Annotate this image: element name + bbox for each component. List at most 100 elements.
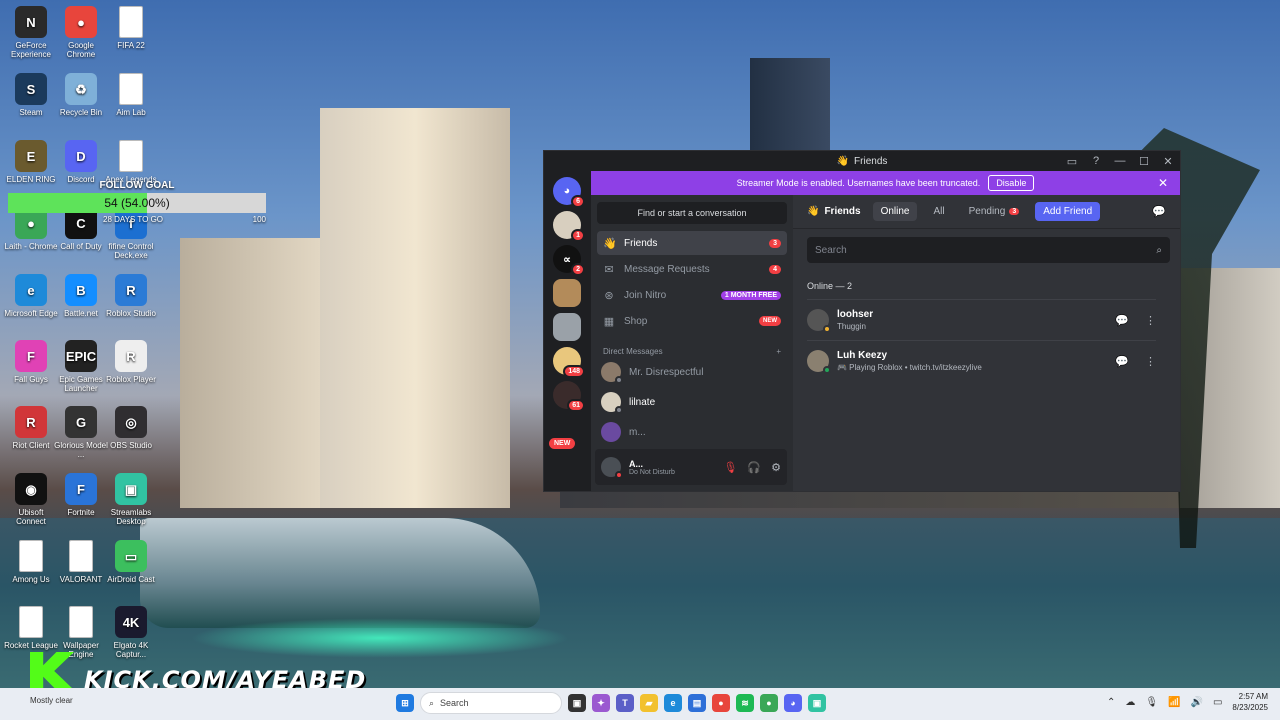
weather-widget[interactable]: Mostly clear <box>30 696 73 705</box>
nav-friends[interactable]: 👋 Friends 3 <box>597 231 787 255</box>
desktop-shortcut[interactable]: ◎ OBS Studio <box>104 406 158 450</box>
server-icon[interactable]: 148 <box>553 347 585 378</box>
edge-icon[interactable]: e <box>664 694 682 712</box>
shortcut-label: Microsoft Edge <box>4 309 58 318</box>
desktop-shortcut[interactable]: Rocket League <box>4 606 58 650</box>
server-icon[interactable] <box>553 313 581 341</box>
nav-message-requests[interactable]: ✉ Message Requests 4 <box>597 257 787 281</box>
desktop-shortcut[interactable]: ▣ Streamlabs Desktop <box>104 473 158 526</box>
copilot-icon[interactable]: ✦ <box>592 694 610 712</box>
home-button[interactable]: ◕ 6 <box>553 177 585 208</box>
chrome-profile-icon[interactable]: ● <box>760 694 778 712</box>
friends-search-input[interactable]: Search ⌕ <box>807 237 1170 263</box>
server-icon[interactable]: ∝ 2 <box>553 245 585 276</box>
tab-online[interactable]: Online <box>872 202 918 221</box>
app-icon: G <box>65 406 97 438</box>
desktop-shortcut[interactable]: F Fortnite <box>54 473 108 517</box>
wifi-icon[interactable]: 📶 <box>1168 697 1180 708</box>
desktop-shortcut[interactable]: Wallpaper Engine <box>54 606 108 659</box>
dm-item[interactable]: m... <box>597 418 787 446</box>
desktop-shortcut[interactable]: E ELDEN RING <box>4 140 58 184</box>
help-icon[interactable]: ? <box>1084 155 1108 167</box>
desktop-shortcut[interactable]: ▭ AirDroid Cast <box>104 540 158 584</box>
window-titlebar[interactable]: 👋 Friends ▭ ? — ☐ ✕ <box>544 151 1180 171</box>
tab-all[interactable]: All <box>925 202 952 221</box>
message-icon[interactable]: 💬 <box>1115 355 1129 368</box>
dm-item[interactable]: Mr. Disrespectful <box>597 358 787 386</box>
create-dm-icon[interactable]: + <box>776 347 781 356</box>
desktop-shortcut[interactable]: R Roblox Studio <box>104 274 158 318</box>
goal-target: 100 <box>252 215 266 224</box>
desktop-shortcut[interactable]: 4K Elgato 4K Captur... <box>104 606 158 659</box>
notification-badge: 148 <box>563 365 585 378</box>
clock[interactable]: 2:57 AM 8/23/2025 <box>1232 691 1268 713</box>
add-friend-button[interactable]: Add Friend <box>1035 202 1101 221</box>
goal-progress-text: 54 (54.00%) <box>104 196 170 210</box>
new-group-dm-icon[interactable]: 💬 <box>1152 205 1166 218</box>
desktop-shortcut[interactable]: ♻ Recycle Bin <box>54 73 108 117</box>
minimize-button[interactable]: — <box>1108 155 1132 167</box>
desktop-shortcut[interactable]: F Fall Guys <box>4 340 58 384</box>
desktop-shortcut[interactable]: ● Google Chrome <box>54 6 108 59</box>
user-avatar[interactable] <box>601 457 623 479</box>
gear-icon[interactable]: ⚙ <box>771 461 781 474</box>
server-icon[interactable] <box>553 279 581 307</box>
banner-close-icon[interactable]: ✕ <box>1158 176 1168 190</box>
tab-pending[interactable]: Pending 3 <box>961 202 1028 221</box>
battery-icon[interactable]: ▭ <box>1213 697 1222 708</box>
dm-item[interactable]: lilnate <box>597 388 787 416</box>
taskbar-search[interactable]: ⌕ Search <box>420 692 562 714</box>
desktop-shortcut[interactable]: G Glorious Model ... <box>54 406 108 459</box>
streamlabs-icon[interactable]: ▣ <box>808 694 826 712</box>
desktop-shortcut[interactable]: R Roblox Player <box>104 340 158 384</box>
teams-icon[interactable]: T <box>616 694 634 712</box>
desktop-shortcut[interactable]: S Steam <box>4 73 58 117</box>
headphones-icon[interactable]: 🎧 <box>747 461 761 474</box>
inbox-icon[interactable]: ▭ <box>1060 155 1084 168</box>
desktop-shortcut[interactable]: Apex Legends <box>104 140 158 184</box>
nav-shop[interactable]: ▦ Shop NEW <box>597 309 787 333</box>
mic-muted-icon[interactable]: 🎙 <box>723 461 737 474</box>
desktop-shortcut[interactable]: FIFA 22 <box>104 6 158 50</box>
desktop-shortcut[interactable]: VALORANT <box>54 540 108 584</box>
chrome-icon[interactable]: ● <box>712 694 730 712</box>
desktop-shortcut[interactable]: Among Us <box>4 540 58 584</box>
server-icon[interactable]: 61 <box>553 381 585 412</box>
new-servers-pill[interactable]: NEW <box>549 438 576 449</box>
desktop-shortcut[interactable]: N GeForce Experience <box>4 6 58 59</box>
server-icon[interactable]: 1 <box>553 211 585 242</box>
windows-start-icon[interactable]: ⊞ <box>396 694 414 712</box>
network-icon[interactable]: ☁ <box>1125 697 1135 708</box>
more-options-icon[interactable]: ⋮ <box>1145 355 1156 368</box>
store-icon[interactable]: ▤ <box>688 694 706 712</box>
close-button[interactable]: ✕ <box>1156 155 1180 168</box>
avatar <box>601 362 623 384</box>
file-explorer-icon[interactable]: ▰ <box>640 694 658 712</box>
message-icon[interactable]: 💬 <box>1115 314 1129 327</box>
discord-taskbar-icon[interactable]: ◕ <box>784 694 802 712</box>
nav-join-nitro[interactable]: ⊛ Join Nitro 1 MONTH FREE <box>597 283 787 307</box>
server-rail: ◕ 6 1 ∝ 2 148 61 NEW <box>544 171 590 491</box>
chevron-up-icon[interactable]: ⌃ <box>1107 697 1115 708</box>
desktop-shortcut[interactable]: ◉ Ubisoft Connect <box>4 473 58 526</box>
desktop-shortcut[interactable]: Aim Lab <box>104 73 158 117</box>
task-view-icon[interactable]: ▣ <box>568 694 586 712</box>
desktop-shortcut[interactable]: e Microsoft Edge <box>4 274 58 318</box>
shortcut-label: Aim Lab <box>116 108 146 117</box>
desktop-shortcut[interactable]: EPIC Epic Games Launcher <box>54 340 108 393</box>
find-conversation-button[interactable]: Find or start a conversation <box>597 202 787 224</box>
mic-icon[interactable]: 🎙 <box>1145 697 1158 708</box>
shortcut-label: Rocket League <box>4 641 58 650</box>
disable-streamer-mode-button[interactable]: Disable <box>988 175 1035 191</box>
friend-row[interactable]: Luh Keezy 🎮 Playing Roblox • twitch.tv/i… <box>807 340 1156 381</box>
more-options-icon[interactable]: ⋮ <box>1145 314 1156 327</box>
desktop-shortcut[interactable]: R Riot Client <box>4 406 58 450</box>
desktop-shortcut[interactable]: D Discord <box>54 140 108 184</box>
desktop-shortcut[interactable]: B Battle.net <box>54 274 108 318</box>
friend-row[interactable]: loohser Thuggin 💬 ⋮ <box>807 299 1156 340</box>
volume-icon[interactable]: 🔊 <box>1191 697 1203 708</box>
shortcut-label: Glorious Model ... <box>54 441 108 459</box>
maximize-button[interactable]: ☐ <box>1132 155 1156 168</box>
shortcut-label: Battle.net <box>64 309 98 318</box>
spotify-icon[interactable]: ≋ <box>736 694 754 712</box>
